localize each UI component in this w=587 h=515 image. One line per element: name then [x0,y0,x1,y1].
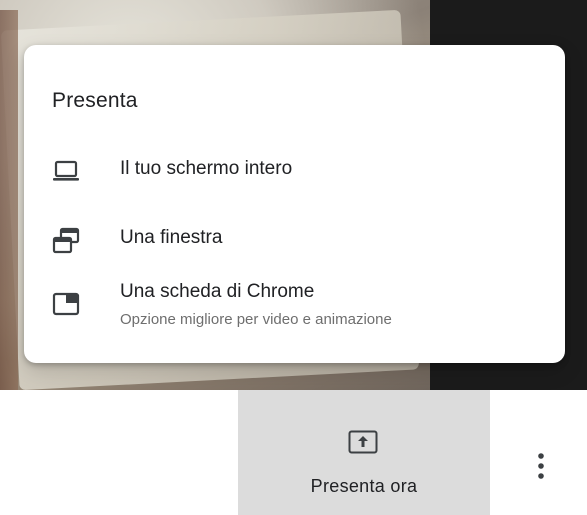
menu-item-chrome-tab[interactable]: Una scheda di Chrome Opzione migliore pe… [24,273,565,343]
present-menu: Presenta Il tuo schermo intero Una fines… [24,45,565,363]
laptop-icon [52,157,80,185]
more-options-button[interactable] [526,446,556,490]
present-now-label: Presenta ora [310,476,418,496]
camera-blur-edge [0,10,18,390]
menu-title: Presenta [52,89,138,112]
menu-item-label: Una scheda di Chrome [120,281,315,302]
menu-item-label: Una finestra [120,227,223,248]
tab-icon [52,290,80,318]
window-icon [52,227,80,255]
menu-item-sublabel: Opzione migliore per video e animazione [120,311,392,328]
menu-item-window[interactable]: Una finestra [24,215,565,275]
menu-item-entire-screen[interactable]: Il tuo schermo intero [24,141,565,201]
present-now-button[interactable]: Presenta ora [238,390,490,515]
menu-item-label: Il tuo schermo intero [120,158,293,179]
more-vert-icon [526,453,556,494]
present-upload-icon [348,430,378,454]
